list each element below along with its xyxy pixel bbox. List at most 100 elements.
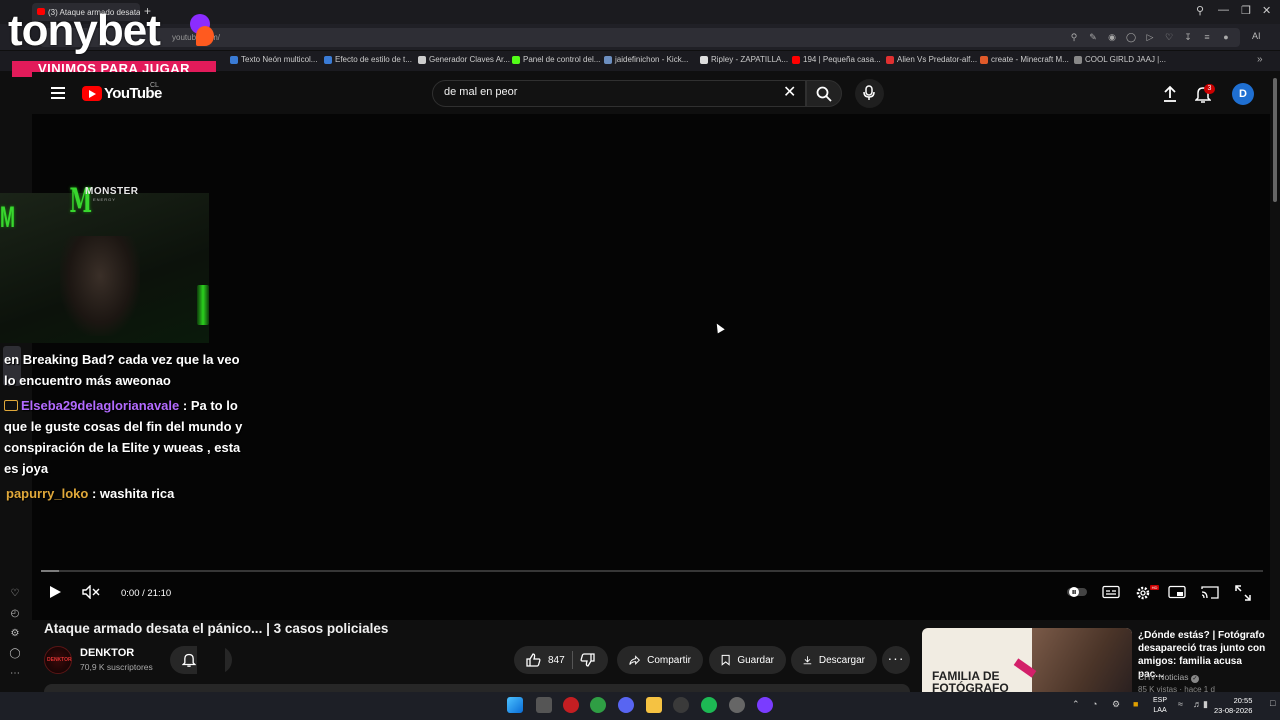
bookmark-item[interactable]: Efecto de estilo de t... bbox=[324, 55, 412, 64]
cast-icon[interactable] bbox=[1201, 585, 1219, 599]
page-scrollbar[interactable] bbox=[1273, 78, 1277, 202]
spotify-icon[interactable] bbox=[701, 697, 717, 713]
hamburger-menu-icon[interactable] bbox=[51, 87, 65, 102]
clear-search-icon[interactable]: ✕ bbox=[783, 85, 796, 101]
bookmark-item[interactable]: Texto Neón multicol... bbox=[230, 55, 317, 64]
file-explorer-icon[interactable] bbox=[646, 697, 662, 713]
bookmark-favicon-icon bbox=[512, 55, 520, 64]
microphone-icon bbox=[863, 85, 875, 100]
shield-icon[interactable]: ◯ bbox=[1125, 31, 1137, 43]
download-icon[interactable]: ↧ bbox=[1182, 31, 1194, 43]
bookmarks-more-icon[interactable]: » bbox=[1257, 54, 1263, 65]
bookmark-label: Panel de control del... bbox=[523, 55, 601, 64]
upload-icon[interactable] bbox=[1162, 85, 1178, 103]
discord-icon[interactable] bbox=[618, 697, 634, 713]
lang-code: ESP bbox=[1153, 697, 1168, 704]
share-button[interactable]: Compartir bbox=[617, 646, 703, 674]
edit-icon[interactable]: ✎ bbox=[1087, 31, 1099, 43]
obs-icon[interactable] bbox=[673, 697, 689, 713]
bookmark-item[interactable]: 194 | Pequeña casa... bbox=[792, 55, 881, 64]
steam-tray-icon[interactable]: ⚙ bbox=[1112, 699, 1120, 710]
chat-line: lo encuentro más aweonao bbox=[4, 373, 171, 388]
bookmark-label: Efecto de estilo de t... bbox=[335, 55, 412, 64]
thumbnail-text: FAMILIA DE FOTÓGRAFO bbox=[932, 670, 1009, 692]
bookmark-item[interactable]: create - Minecraft M... bbox=[980, 55, 1069, 64]
download-button[interactable]: Descargar bbox=[791, 646, 877, 674]
chrome-icon[interactable] bbox=[729, 697, 745, 713]
tray-app-icon[interactable]: ■ bbox=[1133, 699, 1138, 709]
recommended-channel[interactable]: CHV Noticias ✓ bbox=[1138, 672, 1199, 683]
miniplayer-icon[interactable] bbox=[1168, 585, 1186, 599]
bookmark-item[interactable]: jaidefinichon - Kick... bbox=[604, 55, 688, 64]
ai-button[interactable]: AI bbox=[1252, 31, 1261, 41]
battery-icon[interactable]: ▮ bbox=[1203, 699, 1208, 710]
mute-icon[interactable] bbox=[82, 585, 100, 599]
youtube-logo-icon[interactable] bbox=[82, 86, 102, 101]
bookmark-item[interactable]: Ripley - ZAPATILLA... bbox=[700, 55, 788, 64]
bell-icon bbox=[182, 653, 196, 667]
restore-icon[interactable]: ❐ bbox=[1241, 4, 1251, 17]
like-count[interactable]: 847 bbox=[548, 655, 565, 666]
search-tabs-icon[interactable]: ⚲ bbox=[1196, 4, 1204, 17]
clock-time: 20:55 bbox=[1233, 696, 1253, 705]
fullscreen-icon[interactable] bbox=[1235, 585, 1251, 601]
chat-line: en Breaking Bad? cada vez que la veo bbox=[4, 352, 240, 367]
sidebar-bulb-icon[interactable]: ◯ bbox=[9, 648, 21, 659]
heart-icon[interactable]: ♡ bbox=[1163, 31, 1175, 43]
app-icon[interactable] bbox=[757, 697, 773, 713]
tray-icon[interactable]: ◔ bbox=[1092, 699, 1097, 709]
region-code: CL bbox=[150, 82, 159, 89]
chat-line: conspiración de la Elite y wueas , esta bbox=[4, 440, 241, 455]
recommended-thumbnail[interactable]: FAMILIA DE FOTÓGRAFO bbox=[922, 628, 1132, 692]
description-box[interactable] bbox=[44, 684, 910, 692]
save-label: Guardar bbox=[737, 654, 774, 666]
xbox-icon[interactable] bbox=[590, 697, 606, 713]
sidebar-settings-icon[interactable]: ⚙ bbox=[9, 628, 21, 639]
system-clock[interactable]: 20:55 23-08-2026 bbox=[1214, 696, 1252, 716]
monster-logo-subtext: ENERGY bbox=[93, 197, 116, 202]
sidebar-history-icon[interactable]: ◴ bbox=[9, 608, 21, 619]
bookmark-item[interactable]: COOL GIRLD JAAJ |... bbox=[1074, 55, 1166, 64]
notification-center-icon[interactable]: □ bbox=[1270, 698, 1275, 708]
channel-avatar[interactable] bbox=[44, 646, 72, 674]
play-button-icon[interactable] bbox=[48, 585, 62, 599]
bookmark-favicon-icon bbox=[324, 55, 332, 64]
profile-icon[interactable]: ● bbox=[1220, 31, 1232, 43]
recommended-channel-name: CHV Noticias bbox=[1138, 672, 1189, 682]
bookmark-item[interactable]: Alien Vs Predator-alf... bbox=[886, 55, 977, 64]
voice-search-button[interactable] bbox=[855, 79, 884, 108]
wifi-icon[interactable]: ≈ bbox=[1178, 699, 1183, 709]
subtitles-icon[interactable] bbox=[1102, 585, 1120, 599]
close-window-icon[interactable]: ✕ bbox=[1262, 4, 1271, 17]
opera-icon[interactable] bbox=[563, 697, 579, 713]
dislike-icon[interactable] bbox=[580, 653, 595, 667]
account-avatar[interactable]: D bbox=[1232, 83, 1254, 105]
verified-icon: ✓ bbox=[1190, 675, 1199, 683]
bookmark-item[interactable]: Panel de control del... bbox=[512, 55, 600, 64]
windows-start-icon[interactable] bbox=[507, 697, 523, 713]
sidebar-more-icon[interactable]: ⋯ bbox=[9, 668, 21, 679]
settings-gear-icon[interactable] bbox=[1135, 585, 1151, 601]
save-button[interactable]: Guardar bbox=[709, 646, 786, 674]
tray-expand-icon[interactable]: ⌃ bbox=[1072, 699, 1080, 710]
video-progress-bar[interactable] bbox=[41, 570, 1263, 572]
play-icon[interactable]: ▷ bbox=[1144, 31, 1156, 43]
search-input[interactable] bbox=[444, 86, 764, 98]
task-view-icon[interactable] bbox=[536, 697, 552, 713]
minimize-icon[interactable]: — bbox=[1218, 4, 1229, 16]
zoom-icon[interactable]: ⚲ bbox=[1068, 31, 1080, 43]
search-button[interactable] bbox=[806, 80, 842, 107]
volume-icon[interactable]: ♬ bbox=[1193, 699, 1202, 709]
menu-icon[interactable]: ≡ bbox=[1201, 31, 1213, 43]
download-label: Descargar bbox=[818, 654, 865, 666]
channel-name[interactable]: DENKTOR bbox=[80, 647, 134, 659]
chat-line: es joya bbox=[4, 461, 49, 476]
streamer-face bbox=[60, 236, 140, 336]
camera-icon[interactable]: ◉ bbox=[1106, 31, 1118, 43]
like-icon[interactable] bbox=[526, 653, 541, 667]
bookmark-item[interactable]: Generador Claves Ar... bbox=[418, 55, 510, 64]
keyboard-language[interactable]: ESP LAA bbox=[1153, 696, 1167, 716]
sidebar-heart-icon[interactable]: ♡ bbox=[9, 588, 21, 599]
more-actions-button[interactable]: ··· bbox=[882, 646, 910, 674]
autoplay-toggle-icon[interactable] bbox=[1066, 585, 1088, 599]
